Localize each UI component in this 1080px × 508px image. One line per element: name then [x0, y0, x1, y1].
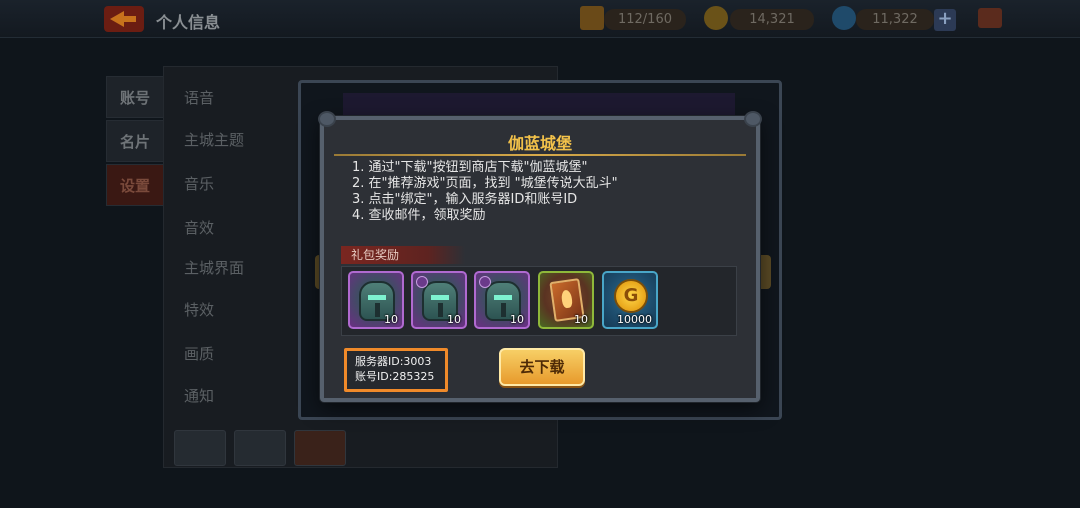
account-id: 账号ID:285325	[355, 370, 435, 383]
top-bar: 个人信息 112/160 14,321 11,322 +	[0, 0, 1080, 38]
gift-button[interactable]	[294, 430, 346, 466]
reward-qty: 10	[384, 313, 398, 326]
instruction-step: 3. 点击"绑定"，输入服务器ID和账号ID	[352, 192, 578, 207]
reward-item[interactable]: 10	[538, 271, 594, 329]
setting-music: 音乐	[184, 175, 215, 193]
instruction-list: 1. 通过"下载"按钮到商店下载"伽蓝城堡" 2. 在"推荐游戏"页面，找到 "…	[352, 160, 742, 224]
add-gems-icon[interactable]: +	[934, 9, 956, 31]
setting-quality: 画质	[184, 345, 215, 363]
gem-counter: 11,322	[856, 9, 934, 30]
tab-account[interactable]: 账号	[106, 76, 164, 118]
setting-effects: 特效	[184, 301, 215, 319]
corner-ornament-icon	[318, 111, 336, 127]
download-button[interactable]: 去下载	[499, 348, 585, 386]
instruction-step: 1. 通过"下载"按钮到商店下载"伽蓝城堡"	[352, 160, 588, 175]
setting-sound: 音效	[184, 219, 215, 237]
title-divider	[334, 154, 746, 156]
reward-qty: 10000	[617, 313, 652, 326]
tab-settings[interactable]: 设置	[106, 164, 164, 206]
reward-list: 10 10 10 10 G 10000	[341, 266, 737, 336]
page-title: 个人信息	[156, 13, 221, 32]
id-info-box: 服务器ID:3003 账号ID:285325	[344, 348, 448, 392]
shield-badge-icon	[479, 276, 491, 288]
reward-qty: 10	[510, 313, 524, 326]
gamepad-button[interactable]	[234, 430, 286, 466]
reward-qty: 10	[447, 313, 461, 326]
castle-gift-dialog: 伽蓝城堡 1. 通过"下载"按钮到商店下载"伽蓝城堡" 2. 在"推荐游戏"页面…	[318, 111, 762, 402]
gold-coin-icon: G	[614, 279, 648, 313]
setting-city-theme: 主城主题	[184, 131, 245, 149]
reward-label: 礼包奖励	[341, 246, 465, 264]
server-id: 服务器ID:3003	[355, 355, 432, 368]
setting-city-ui: 主城界面	[184, 259, 245, 277]
tab-namecard[interactable]: 名片	[106, 120, 164, 162]
reward-qty: 10	[574, 313, 588, 326]
reward-item[interactable]: G 10000	[602, 271, 658, 329]
chat-icon[interactable]	[978, 8, 1002, 28]
setting-voice: 语音	[184, 89, 215, 107]
corner-ornament-icon	[744, 111, 762, 127]
coin-icon	[704, 6, 728, 30]
gem-icon	[832, 6, 856, 30]
friends-button[interactable]	[174, 430, 226, 466]
dialog-title: 伽蓝城堡	[507, 134, 572, 153]
instruction-step: 2. 在"推荐游戏"页面，找到 "城堡传说大乱斗"	[352, 176, 618, 191]
reward-item[interactable]: 10	[348, 271, 404, 329]
stamina-icon	[580, 6, 604, 30]
instruction-step: 4. 查收邮件，领取奖励	[352, 208, 486, 223]
sword-badge-icon	[416, 276, 428, 288]
coin-counter: 14,321	[730, 9, 814, 30]
stamina-counter: 112/160	[604, 9, 686, 30]
reward-item[interactable]: 10	[411, 271, 467, 329]
setting-notify: 通知	[184, 387, 215, 405]
back-arrow-icon[interactable]	[104, 6, 144, 32]
reward-item[interactable]: 10	[474, 271, 530, 329]
